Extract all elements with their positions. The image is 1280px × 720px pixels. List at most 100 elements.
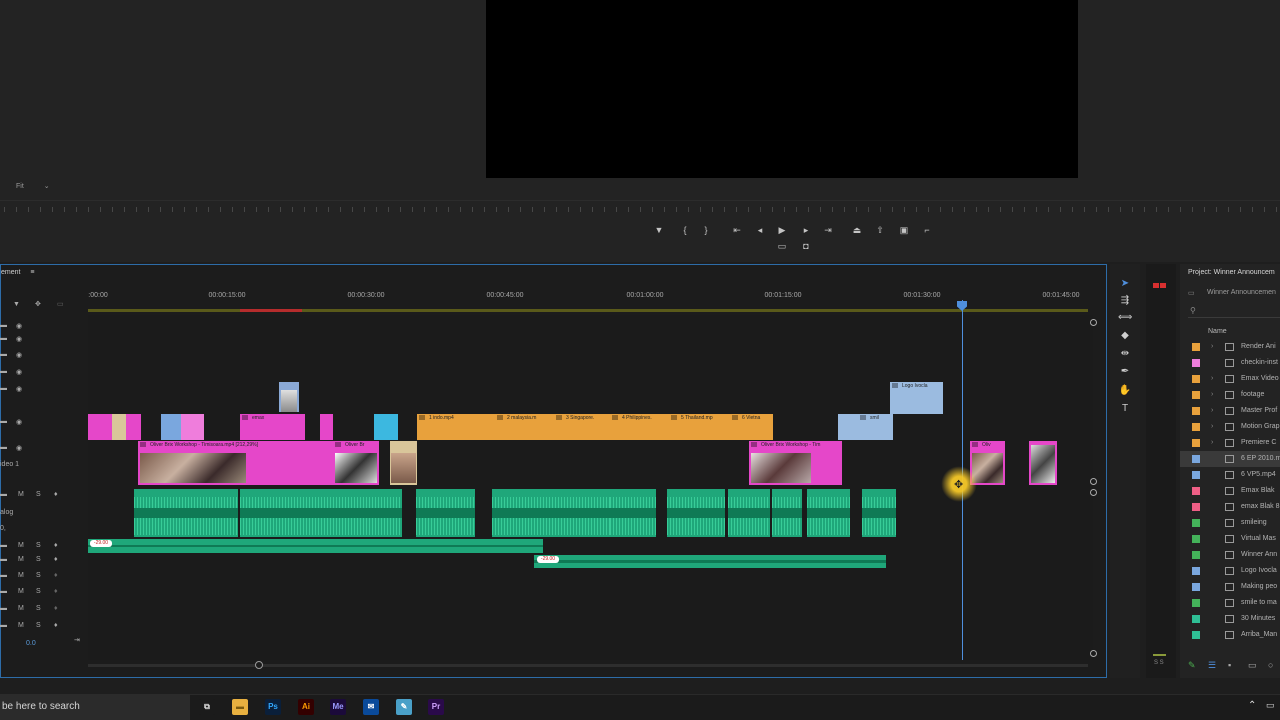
solo-button[interactable]: S (36, 622, 41, 629)
track-lock-icon[interactable]: ▬ (0, 556, 7, 563)
project-item[interactable]: Emax Blak (1180, 483, 1280, 499)
project-item[interactable]: Arriba_Man (1180, 627, 1280, 643)
track-lock-icon[interactable]: ▬ (0, 588, 7, 595)
zoom-fit-select[interactable]: Fit ⌄ (12, 181, 54, 193)
mute-button[interactable]: M (18, 572, 24, 579)
chevron-right-icon[interactable]: › (1211, 339, 1213, 355)
project-item[interactable]: › Premiere C (1180, 435, 1280, 451)
audio-clip[interactable] (862, 489, 896, 537)
label-color-swatch[interactable] (1192, 439, 1200, 447)
track-lock-icon[interactable]: ▬ (0, 385, 7, 392)
export-frame-icon[interactable]: ▣ (897, 224, 911, 236)
project-item[interactable]: 30 Minutes (1180, 611, 1280, 627)
video-clip[interactable] (1029, 441, 1057, 485)
logo-clip[interactable]: Logo Ivocla (890, 382, 943, 414)
project-panel-title[interactable]: Project: Winner Announcem (1188, 269, 1275, 276)
solo-button[interactable]: S (36, 491, 41, 498)
mic-icon[interactable]: ♦ (54, 588, 58, 595)
label-color-swatch[interactable] (1192, 631, 1200, 639)
work-area-bar[interactable] (88, 309, 1088, 312)
mic-icon[interactable]: ♦ (54, 491, 58, 498)
timeline-ruler[interactable]: :00:00 00:00:15:00 00:00:30:00 00:00:45:… (88, 292, 1098, 306)
track-lock-icon[interactable]: ▬ (0, 322, 7, 329)
selection-tool-icon[interactable]: ➤ (1118, 278, 1132, 290)
project-item[interactable]: smileing (1180, 515, 1280, 531)
media-encoder-icon[interactable]: Me (330, 699, 346, 715)
philippines-clip[interactable]: 4 Philippines. (610, 414, 669, 440)
video-clip[interactable] (320, 414, 333, 440)
chevron-up-icon[interactable]: ⌃ (1248, 700, 1256, 711)
video-clip[interactable] (112, 414, 126, 440)
scroll-handle[interactable] (1090, 478, 1097, 485)
track-lock-icon[interactable]: ▬ (0, 335, 7, 342)
horizontal-scrollbar[interactable] (88, 664, 1088, 667)
label-color-swatch[interactable] (1192, 551, 1200, 559)
project-search-input[interactable]: ⚲ (1188, 306, 1280, 318)
label-color-swatch[interactable] (1192, 407, 1200, 415)
eye-icon[interactable]: ◉ (16, 444, 22, 452)
vietnam-clip[interactable]: 6 Vietna (730, 414, 773, 440)
master-volume-value[interactable]: 0.0 (26, 640, 36, 647)
chevron-right-icon[interactable]: › (1211, 387, 1213, 403)
malaysia-clip[interactable]: 2 malaysia.m (495, 414, 554, 440)
mute-button[interactable]: M (18, 542, 24, 549)
eye-icon[interactable]: ◉ (16, 351, 22, 359)
label-color-swatch[interactable] (1192, 487, 1200, 495)
step-back-icon[interactable]: ◂ (753, 224, 767, 236)
track-lock-icon[interactable]: ▬ (0, 418, 7, 425)
camera-icon[interactable]: ◘ (799, 240, 813, 252)
label-color-swatch[interactable] (1192, 359, 1200, 367)
icon-view-icon[interactable]: ▪ (1228, 660, 1231, 670)
mark-out-icon[interactable]: } (699, 224, 713, 236)
panel-menu-icon[interactable]: ≡ (30, 269, 34, 276)
track-lock-icon[interactable]: ▬ (0, 605, 7, 612)
track-lock-icon[interactable]: ▬ (0, 572, 7, 579)
list-view-icon[interactable]: ☰ (1208, 660, 1216, 671)
go-to-in-icon[interactable]: ⇤ (730, 224, 744, 236)
label-color-swatch[interactable] (1192, 599, 1200, 607)
track-select-tool-icon[interactable]: ⇶ (1118, 295, 1132, 307)
track-lock-icon[interactable]: ▬ (0, 542, 7, 549)
outlook-icon[interactable]: ✉ (363, 699, 379, 715)
video-clip[interactable] (280, 414, 305, 440)
zoom-scroll-knob[interactable] (255, 661, 263, 669)
go-to-out-icon[interactable]: ⇥ (821, 224, 835, 236)
captions-icon[interactable]: ▭ (57, 300, 64, 308)
audio-clip[interactable] (416, 489, 475, 537)
mic-icon[interactable]: ♦ (54, 605, 58, 612)
project-item[interactable]: › Emax Video (1180, 371, 1280, 387)
label-color-swatch[interactable] (1192, 519, 1200, 527)
solo-button[interactable]: S (36, 572, 41, 579)
project-item[interactable]: Making peo (1180, 579, 1280, 595)
project-item[interactable]: › footage (1180, 387, 1280, 403)
mute-button[interactable]: M (18, 556, 24, 563)
track-lock-icon[interactable]: ▬ (0, 491, 7, 498)
pen-tool-icon[interactable]: ✒ (1118, 366, 1132, 378)
label-color-swatch[interactable] (1192, 583, 1200, 591)
mark-in-icon[interactable]: { (678, 224, 692, 236)
notepad-icon[interactable]: ✎ (396, 699, 412, 715)
indo-clip[interactable]: 1 indo.mp4 (417, 414, 495, 440)
scroll-handle[interactable] (1090, 650, 1097, 657)
play-icon[interactable]: ▶ (775, 224, 789, 236)
marker-icon[interactable]: ▼ (652, 224, 666, 236)
video-clip[interactable] (88, 414, 112, 440)
label-color-swatch[interactable] (1192, 567, 1200, 575)
eye-icon[interactable]: ◉ (16, 322, 22, 330)
eye-icon[interactable]: ◉ (16, 335, 22, 343)
video-clip[interactable] (181, 414, 204, 440)
workshop2-clip[interactable]: Oliver Brix Workshop - Tim (749, 441, 842, 485)
audio-clip[interactable] (807, 489, 850, 537)
audio-clip[interactable] (772, 489, 802, 537)
mic-icon[interactable]: ♦ (54, 622, 58, 629)
illustrator-icon[interactable]: Ai (298, 699, 314, 715)
scroll-handle[interactable] (1090, 319, 1097, 326)
track-lock-icon[interactable]: ▬ (0, 444, 7, 451)
eye-icon[interactable]: ◉ (16, 368, 22, 376)
project-item[interactable]: emax Blak 8 (1180, 499, 1280, 515)
mute-button[interactable]: M (18, 605, 24, 612)
mic-icon[interactable]: ♦ (54, 542, 58, 549)
monitor-time-ruler[interactable] (0, 200, 1280, 214)
eye-icon[interactable]: ◉ (16, 418, 22, 426)
solo-button[interactable]: S (36, 556, 41, 563)
